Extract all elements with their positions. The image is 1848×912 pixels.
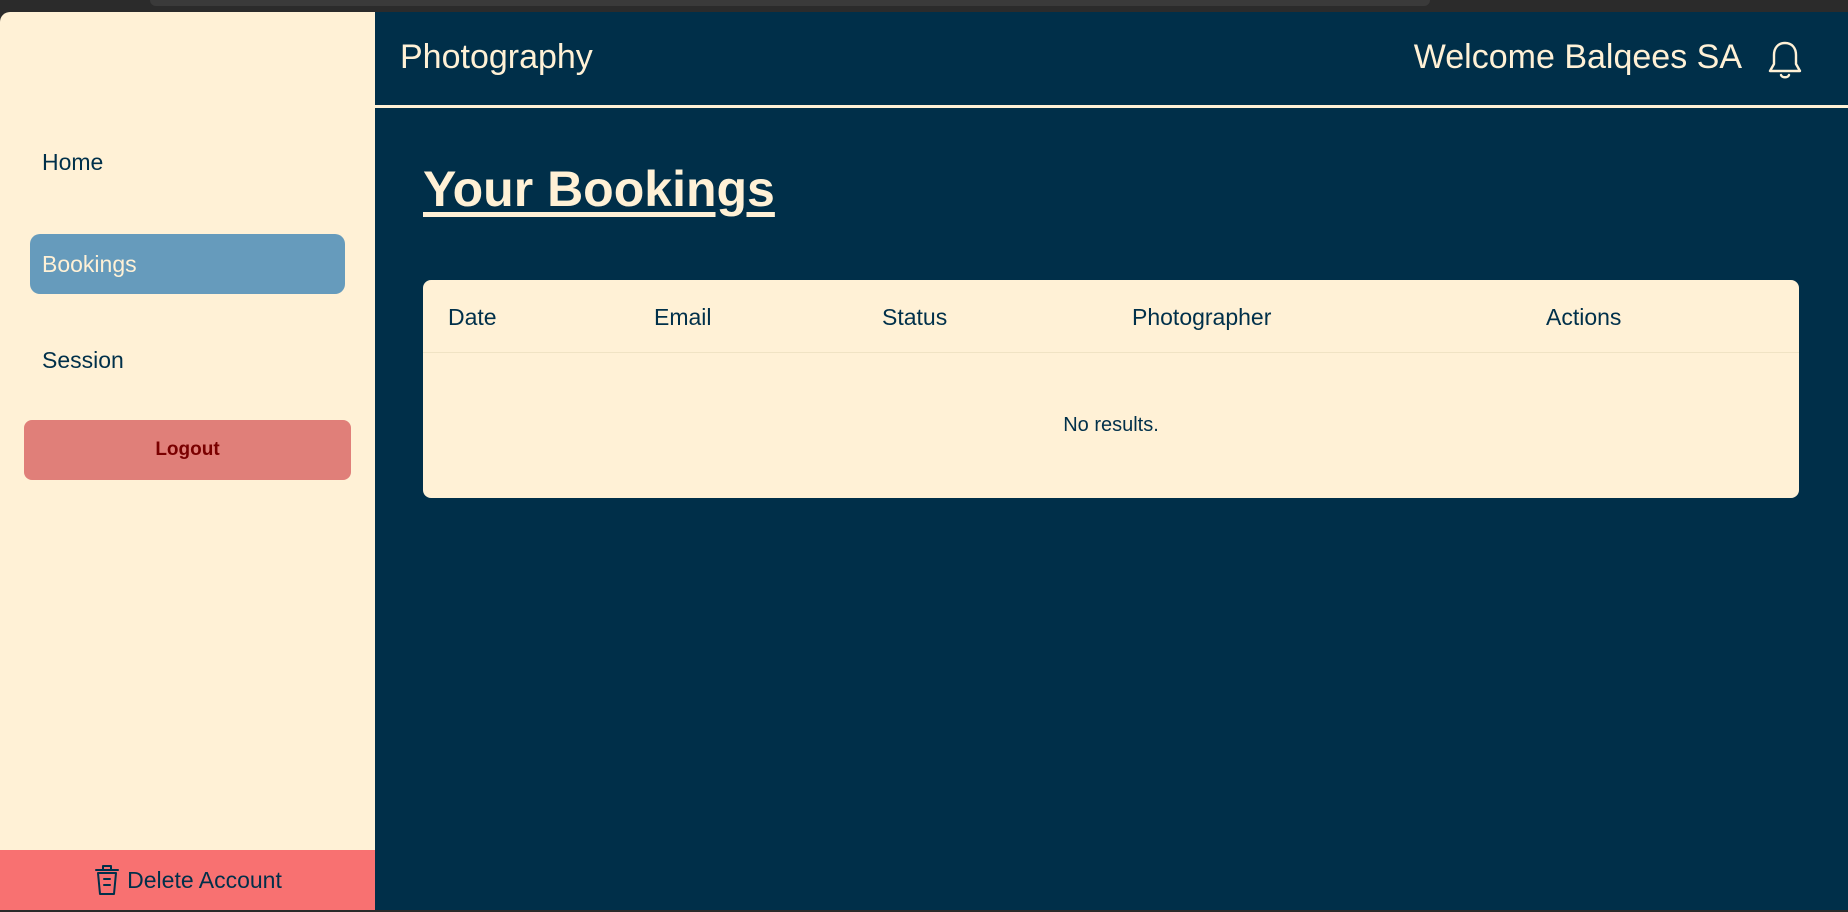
- bell-icon[interactable]: [1766, 40, 1804, 85]
- column-header-status: Status: [882, 304, 948, 330]
- logout-button[interactable]: Logout: [24, 420, 351, 480]
- main-content: Photography Welcome Balqees SA Your Book…: [375, 12, 1848, 910]
- sidebar-item-label: Session: [42, 346, 124, 373]
- bookings-table: Date Email Status Photographer Actions N…: [423, 280, 1799, 498]
- welcome-message: Welcome Balqees SA: [1413, 38, 1742, 76]
- sidebar-item-session[interactable]: Session: [30, 330, 345, 390]
- top-header: Photography Welcome Balqees SA: [375, 12, 1848, 108]
- app-window: Home Bookings Session Logout Delete Acco…: [0, 12, 1848, 910]
- delete-account-button[interactable]: Delete Account: [0, 850, 375, 910]
- sidebar-item-label: Bookings: [42, 250, 137, 277]
- sidebar-item-bookings[interactable]: Bookings: [30, 234, 345, 294]
- empty-results-message: No results.: [1063, 414, 1159, 436]
- table-header-row: Date Email Status Photographer Actions: [423, 280, 1799, 353]
- browser-tab-strip: [150, 0, 1430, 6]
- column-header-email: Email: [654, 304, 712, 330]
- app-title: Photography: [400, 38, 593, 76]
- delete-account-label: Delete Account: [127, 866, 282, 893]
- column-header-photographer: Photographer: [1132, 304, 1272, 330]
- sidebar: Home Bookings Session Logout Delete Acco…: [0, 12, 375, 910]
- trash-icon: [93, 864, 121, 896]
- column-header-actions: Actions: [1546, 304, 1622, 330]
- page-title: Your Bookings: [423, 161, 775, 217]
- column-header-date: Date: [448, 304, 497, 330]
- sidebar-item-label: Home: [42, 148, 104, 175]
- sidebar-item-home[interactable]: Home: [30, 132, 345, 192]
